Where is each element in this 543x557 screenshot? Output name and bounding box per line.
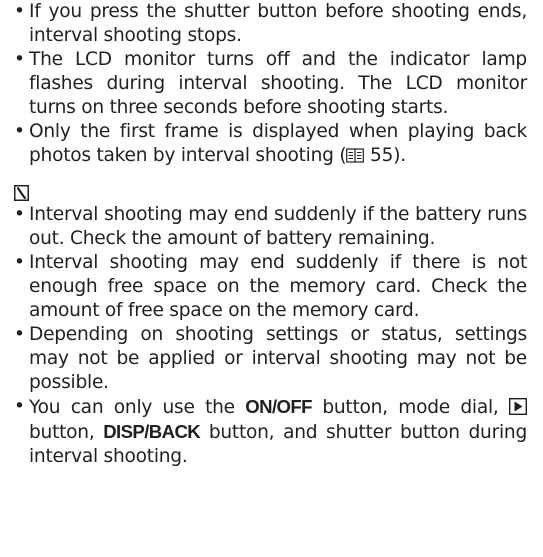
notes-list: If you press the shutter button before s…: [13, 0, 527, 168]
on-off-button-label: ON/OFF: [245, 396, 312, 417]
list-item: Only the first frame is displayed when p…: [13, 120, 527, 168]
caution-icon: [14, 185, 29, 201]
disp-back-button-label: DISP/BACK: [103, 421, 201, 442]
list-item: Interval shooting may end suddenly if th…: [13, 251, 527, 323]
cautions-list: Interval shooting may end suddenly if th…: [13, 203, 527, 469]
manual-page: If you press the shutter button before s…: [0, 0, 543, 557]
page-reference-icon: [346, 148, 365, 163]
list-item: If you press the shutter button before s…: [13, 0, 527, 48]
page-ref-number: 55: [370, 145, 394, 166]
list-item: Interval shooting may end suddenly if th…: [13, 203, 527, 251]
list-item: The LCD monitor turns off and the indica…: [13, 48, 527, 120]
playback-button-icon: [509, 398, 527, 415]
list-item: You can only use the ON/OFF button, mode…: [13, 395, 527, 469]
list-item: Depending on shooting settings or status…: [13, 323, 527, 395]
